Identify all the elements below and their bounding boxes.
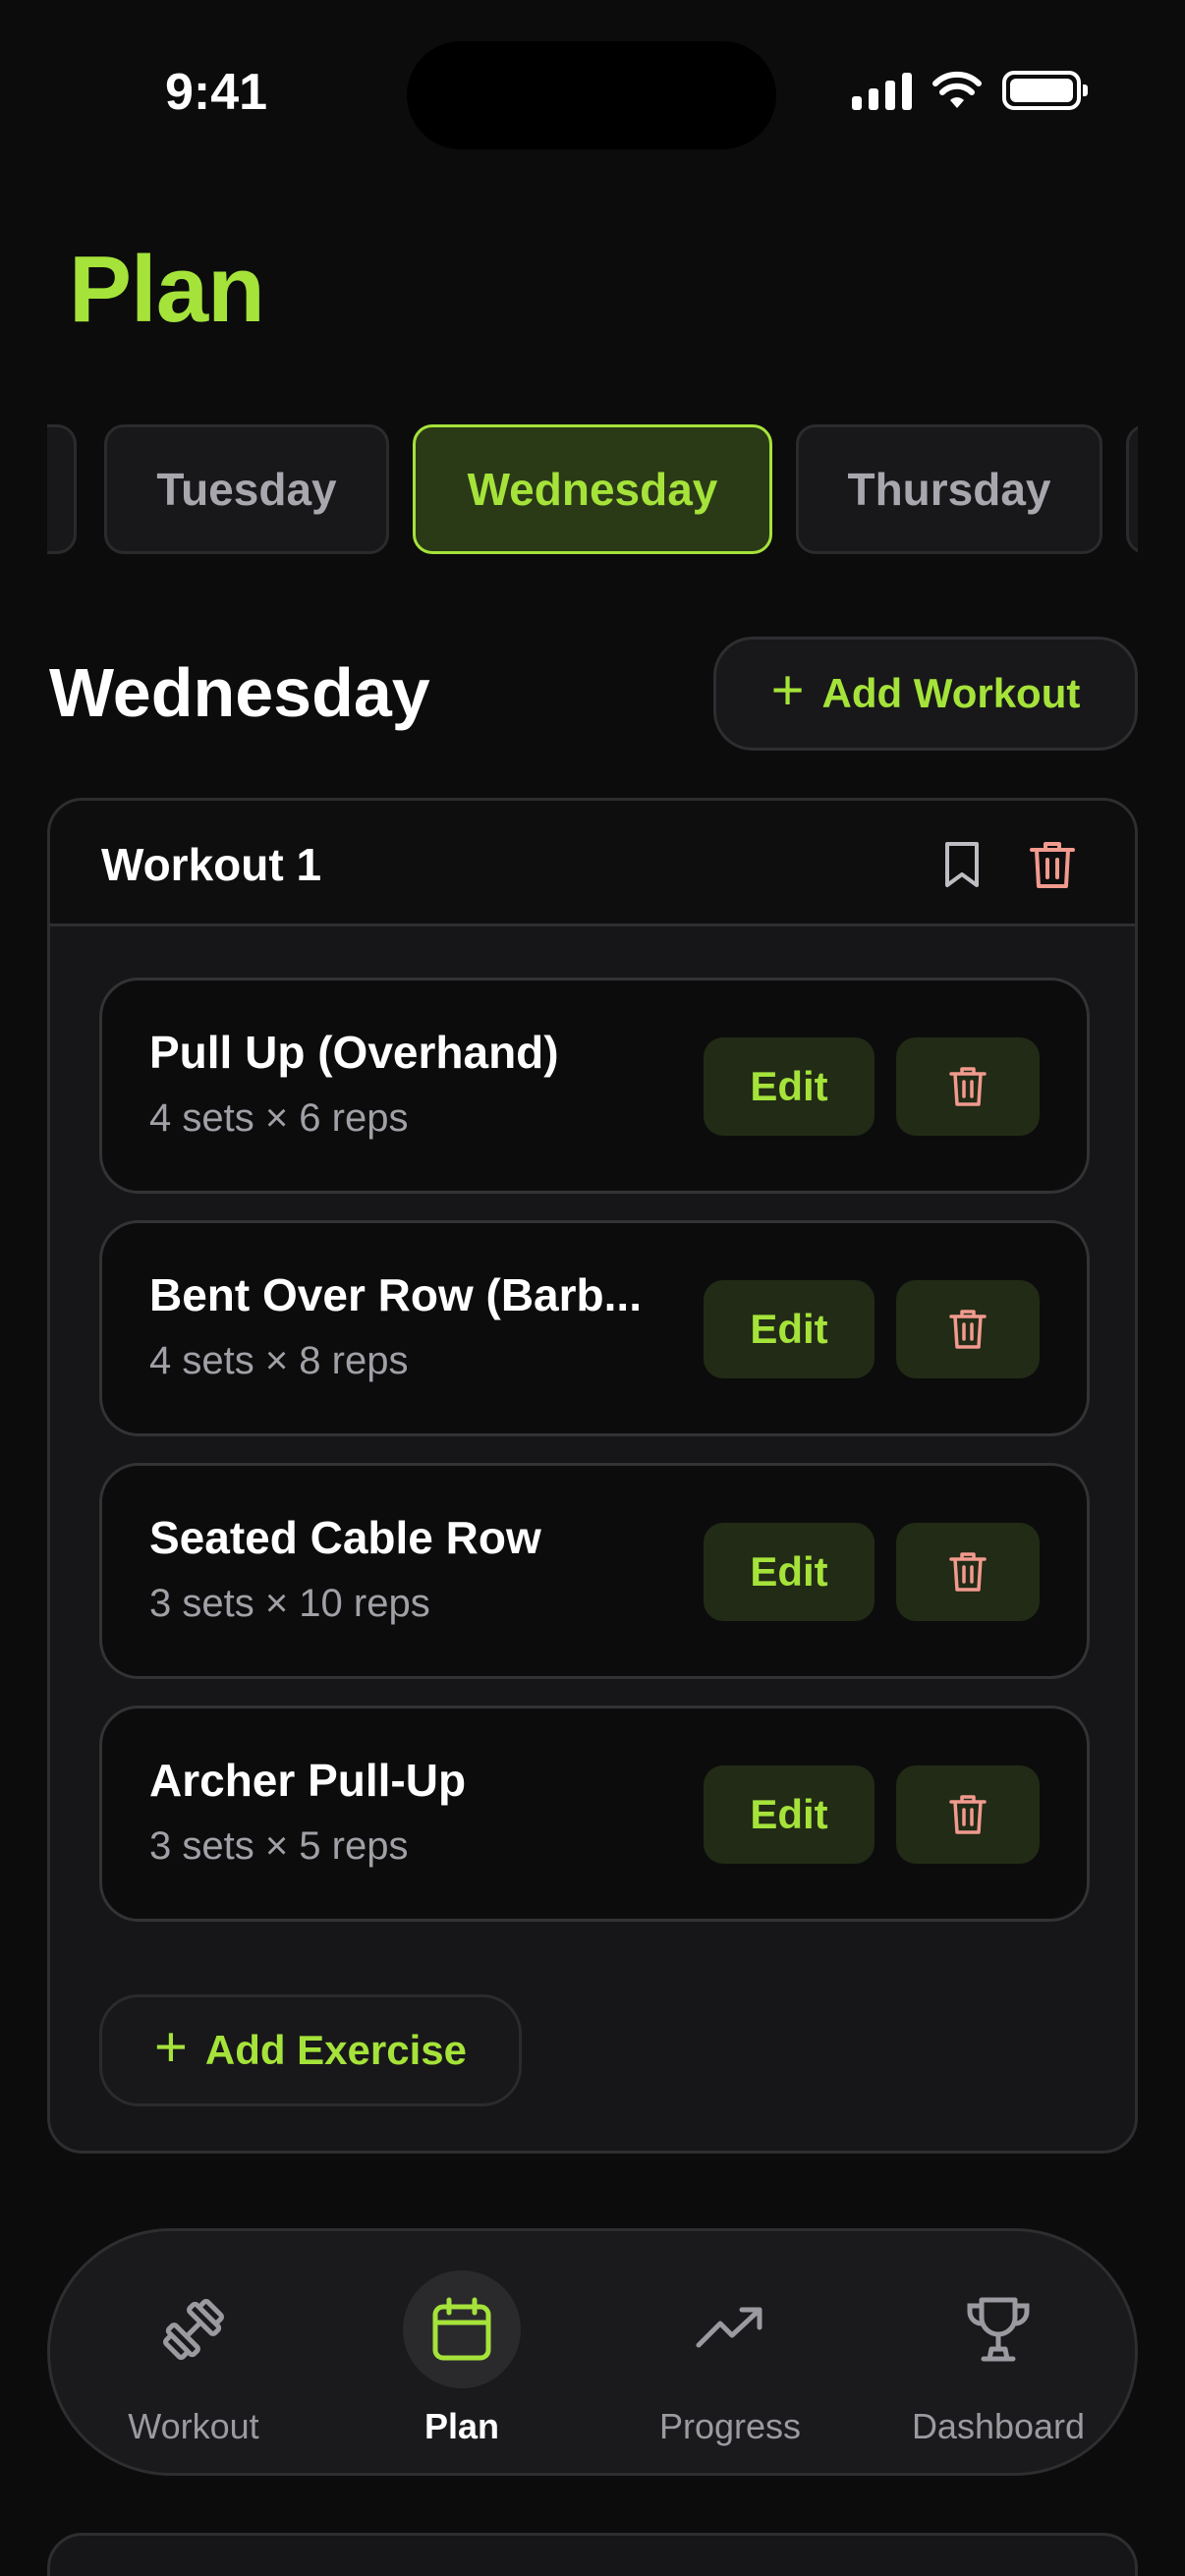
bottom-navigation: Workout Plan Progress Dashboard xyxy=(47,2228,1138,2476)
exercise-item: Bent Over Row (Barb... 4 sets × 8 reps E… xyxy=(99,1220,1090,1436)
day-tab-previous[interactable] xyxy=(47,424,77,554)
delete-exercise-button[interactable] xyxy=(896,1523,1040,1621)
delete-exercise-button[interactable] xyxy=(896,1765,1040,1864)
page-title: Plan xyxy=(69,237,265,342)
day-tab-thursday[interactable]: Thursday xyxy=(796,424,1102,554)
wifi-icon xyxy=(932,71,982,108)
trash-icon xyxy=(949,1310,987,1349)
trash-icon[interactable] xyxy=(1027,838,1078,891)
nav-label: Dashboard xyxy=(911,2406,1086,2446)
workout-header: Workout 1 xyxy=(50,801,1135,926)
workout-card: Workout 1 Pull Up (Overhand) 4 sets × 6 … xyxy=(47,798,1138,2154)
status-icons xyxy=(852,71,1088,110)
edit-exercise-button[interactable]: Edit xyxy=(704,1037,875,1136)
exercise-detail: 3 sets × 10 reps xyxy=(149,1582,430,1625)
day-tab-wednesday[interactable]: Wednesday xyxy=(413,424,772,554)
battery-icon xyxy=(1002,71,1088,110)
nav-label: Progress xyxy=(658,2406,802,2446)
exercise-item: Archer Pull-Up 3 sets × 5 reps Edit xyxy=(99,1706,1090,1922)
calendar-icon xyxy=(432,2297,491,2361)
delete-exercise-button[interactable] xyxy=(896,1280,1040,1378)
next-card-peek xyxy=(47,2533,1138,2576)
exercise-name: Seated Cable Row xyxy=(149,1512,541,1563)
bookmark-icon[interactable] xyxy=(938,840,986,889)
dumbbell-icon xyxy=(163,2299,224,2360)
day-tab-next[interactable] xyxy=(1126,424,1138,554)
plus-icon: + xyxy=(153,2015,188,2079)
workout-title: Workout 1 xyxy=(101,839,322,890)
exercise-name: Pull Up (Overhand) xyxy=(149,1027,559,1078)
trash-icon xyxy=(949,1795,987,1834)
nav-item-plan[interactable]: Plan xyxy=(344,2270,580,2447)
exercise-item: Pull Up (Overhand) 4 sets × 6 reps Edit xyxy=(99,978,1090,1194)
trophy-icon xyxy=(967,2297,1030,2362)
add-exercise-label: Add Exercise xyxy=(204,2027,467,2073)
exercise-name: Archer Pull-Up xyxy=(149,1755,467,1806)
add-workout-label: Add Workout xyxy=(821,670,1081,716)
trending-up-icon xyxy=(696,2307,762,2348)
exercise-name: Bent Over Row (Barb... xyxy=(149,1269,642,1320)
exercise-item: Seated Cable Row 3 sets × 10 reps Edit xyxy=(99,1463,1090,1679)
exercise-detail: 4 sets × 8 reps xyxy=(149,1339,409,1382)
trash-icon xyxy=(949,1552,987,1592)
exercise-detail: 3 sets × 5 reps xyxy=(149,1824,409,1868)
day-tab-tuesday[interactable]: Tuesday xyxy=(104,424,389,554)
trash-icon xyxy=(949,1067,987,1106)
edit-exercise-button[interactable]: Edit xyxy=(704,1765,875,1864)
nav-label: Plan xyxy=(423,2406,500,2446)
nav-item-progress[interactable]: Progress xyxy=(612,2270,848,2447)
plus-icon: + xyxy=(770,658,805,722)
nav-label: Workout xyxy=(128,2406,259,2446)
nav-item-workout[interactable]: Workout xyxy=(76,2270,311,2447)
status-time: 9:41 xyxy=(165,64,268,121)
day-selector: Tuesday Wednesday Thursday xyxy=(47,424,1138,554)
add-workout-button[interactable]: + Add Workout xyxy=(713,637,1138,751)
exercise-detail: 4 sets × 6 reps xyxy=(149,1096,409,1140)
cellular-signal-icon xyxy=(852,71,912,110)
edit-exercise-button[interactable]: Edit xyxy=(704,1523,875,1621)
edit-exercise-button[interactable]: Edit xyxy=(704,1280,875,1378)
add-exercise-button[interactable]: + Add Exercise xyxy=(99,1994,522,2106)
delete-exercise-button[interactable] xyxy=(896,1037,1040,1136)
nav-item-dashboard[interactable]: Dashboard xyxy=(880,2270,1116,2447)
plan-screen: 9:41 Plan Tuesday Wednesday Thursday Wed… xyxy=(0,0,1185,2576)
day-heading: Wednesday xyxy=(49,654,430,731)
dynamic-island xyxy=(407,41,776,149)
